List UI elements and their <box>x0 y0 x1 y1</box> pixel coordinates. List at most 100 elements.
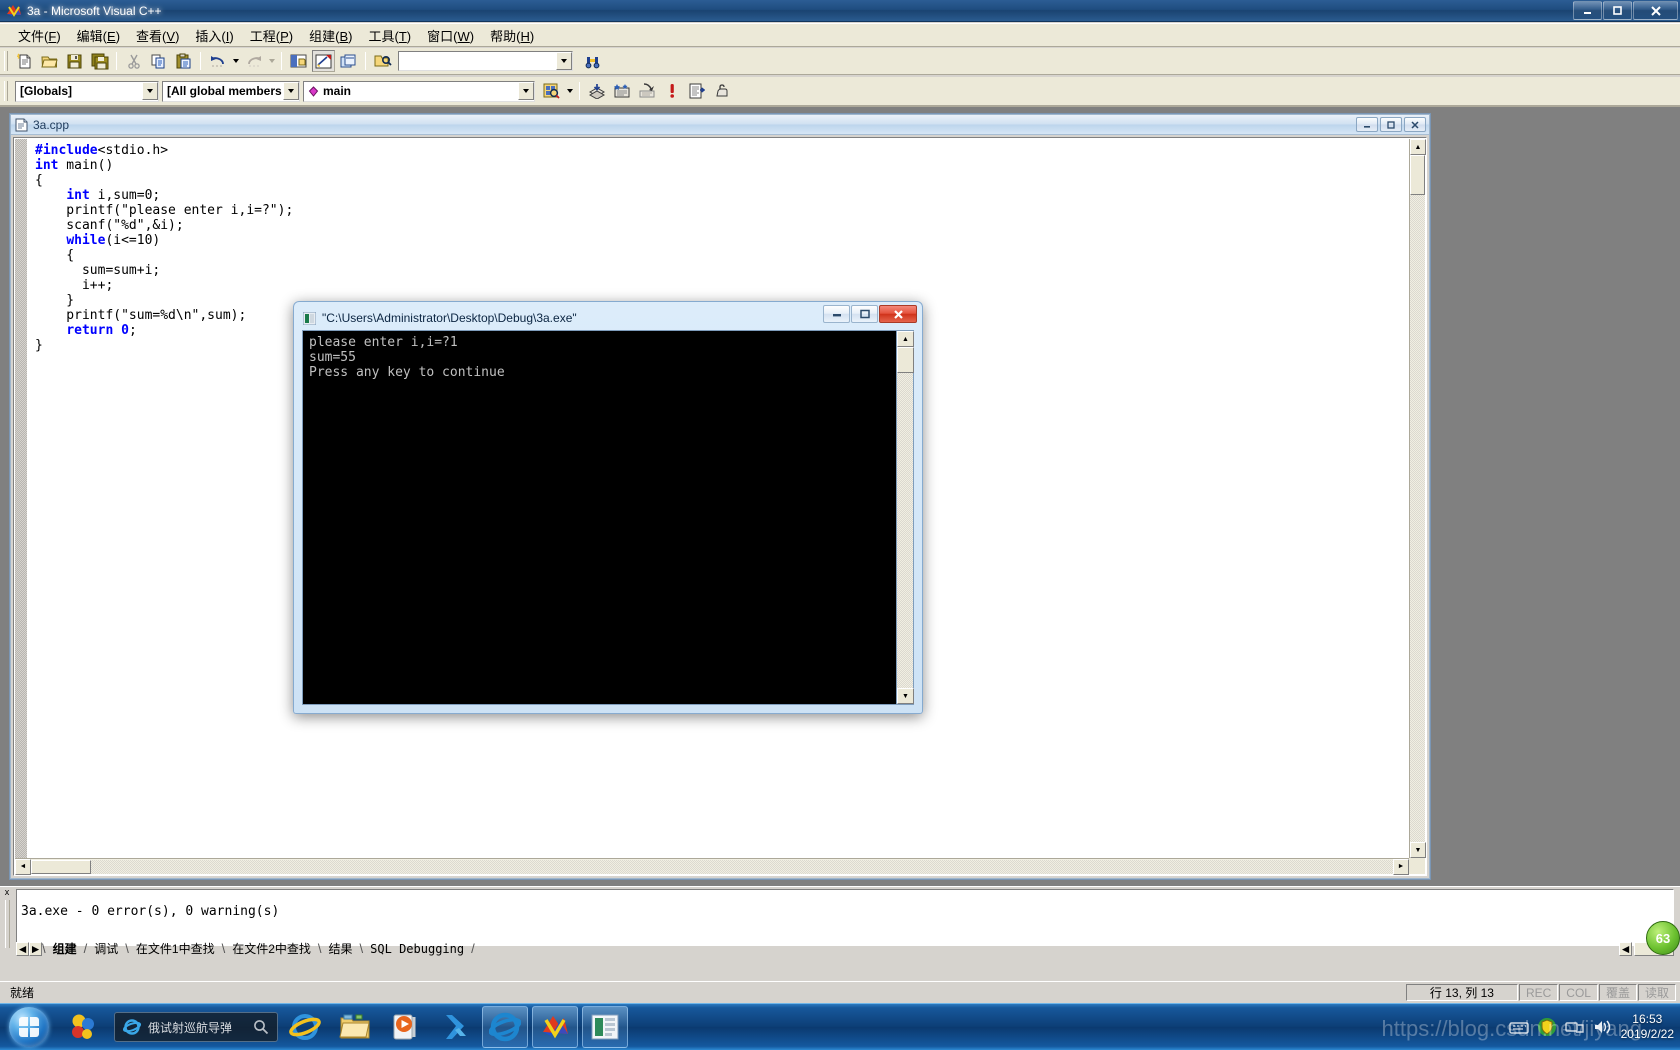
console-scroll-up-button[interactable]: ▲ <box>897 331 914 347</box>
tab-find-in-files-1[interactable]: 在文件1中查找 <box>129 940 222 957</box>
windows-start-orb[interactable] <box>2 1005 56 1049</box>
editor-vertical-scrollbar[interactable]: ▲ ▼ <box>1409 139 1426 858</box>
paste-icon[interactable] <box>172 50 195 72</box>
console-window-icon[interactable] <box>582 1006 629 1048</box>
output-close-icon[interactable]: x <box>5 888 10 897</box>
network-icon[interactable] <box>1564 1019 1585 1035</box>
copy-icon[interactable] <box>147 50 170 72</box>
save-all-icon[interactable] <box>88 50 111 72</box>
status-overwrite-indicator[interactable]: 覆盖 <box>1598 984 1637 1001</box>
toolbar-grip[interactable] <box>4 51 8 71</box>
editor-close-button[interactable] <box>1404 117 1426 132</box>
output-hscroll-left[interactable]: ◄ <box>1619 941 1632 956</box>
tab-find-in-files-2[interactable]: 在文件2中查找 <box>225 940 318 957</box>
volume-icon[interactable] <box>1593 1018 1613 1036</box>
editor-minimize-button[interactable] <box>1356 117 1378 132</box>
find-combo[interactable] <box>398 51 573 71</box>
minimize-button[interactable] <box>1573 1 1602 20</box>
scroll-left-button[interactable]: ◄ <box>15 858 31 875</box>
console-output-text[interactable]: please enter i,i=?1 sum=55 Press any key… <box>303 331 896 704</box>
sogou-pinyin-icon[interactable] <box>60 1007 106 1047</box>
menu-insert[interactable]: 插入(I) <box>187 23 241 48</box>
close-button[interactable] <box>1633 1 1678 20</box>
open-folder-icon[interactable] <box>38 50 61 72</box>
console-minimize-button[interactable] <box>823 305 850 323</box>
console-scroll-thumb[interactable] <box>897 347 914 373</box>
file-explorer-icon[interactable] <box>332 1007 378 1047</box>
scroll-thumb-h[interactable] <box>31 859 91 874</box>
window-list-icon[interactable] <box>337 50 360 72</box>
redo-icon[interactable] <box>242 50 265 72</box>
undo-icon[interactable] <box>206 50 229 72</box>
members-combo[interactable]: [All global members <box>162 80 300 102</box>
stop-build-icon[interactable] <box>635 80 658 102</box>
console-vertical-scrollbar[interactable]: ▲ ▼ <box>896 331 914 704</box>
tab-results[interactable]: 结果 <box>322 940 360 957</box>
search-icon[interactable] <box>253 1019 269 1035</box>
kingsoft-icon[interactable] <box>432 1007 478 1047</box>
chat-floating-ball[interactable]: 63 <box>1646 921 1680 955</box>
find-combo-arrow-icon[interactable] <box>556 52 572 70</box>
go-debug-icon[interactable] <box>685 80 708 102</box>
insert-breakpoint-icon[interactable] <box>710 80 733 102</box>
scope-combo[interactable]: [Globals] <box>15 80 159 102</box>
editor-horizontal-scrollbar[interactable]: ◄ ► <box>15 858 1409 875</box>
maximize-button[interactable] <box>1603 1 1632 20</box>
output-window-icon[interactable] <box>312 50 335 72</box>
menu-tools[interactable]: 工具(T) <box>360 23 419 48</box>
menu-window[interactable]: 窗口(W) <box>419 23 482 48</box>
tab-scroll-left-button[interactable]: ◄ <box>16 941 29 956</box>
tab-sql-debugging[interactable]: SQL Debugging <box>363 942 471 956</box>
undo-dropdown-icon[interactable] <box>230 51 241 71</box>
new-document-icon[interactable] <box>13 50 36 72</box>
build-output-text[interactable]: 3a.exe - 0 error(s), 0 warning(s) <box>16 889 1674 946</box>
taskbar-clock[interactable]: 16:53 2019/2/22 <box>1621 1012 1674 1042</box>
console-maximize-button[interactable] <box>851 305 878 323</box>
scroll-thumb[interactable] <box>1410 155 1425 195</box>
console-scroll-track[interactable] <box>897 373 913 688</box>
scroll-track-h[interactable] <box>91 859 1393 874</box>
console-scroll-down-button[interactable]: ▼ <box>897 688 914 704</box>
internet-explorer-icon[interactable] <box>282 1007 328 1047</box>
scroll-right-button[interactable]: ► <box>1393 858 1409 875</box>
wizardbar-dropdown-icon[interactable] <box>564 81 575 101</box>
visual-cpp-icon[interactable] <box>532 1006 579 1048</box>
status-readonly-indicator[interactable]: 读取 <box>1637 984 1676 1001</box>
find-in-files-icon[interactable] <box>371 50 394 72</box>
scroll-track[interactable] <box>1410 195 1425 842</box>
menu-build[interactable]: 组建(B) <box>301 23 360 48</box>
search-input[interactable]: 俄试射巡航导弹 <box>114 1012 279 1042</box>
execute-program-icon[interactable] <box>660 80 683 102</box>
cut-icon[interactable] <box>122 50 145 72</box>
scroll-up-button[interactable]: ▲ <box>1410 139 1426 155</box>
menu-edit[interactable]: 编辑(E) <box>69 23 128 48</box>
menu-help[interactable]: 帮助(H) <box>482 23 542 48</box>
toolbar-grip[interactable] <box>4 81 8 101</box>
workspace-icon[interactable] <box>287 50 310 72</box>
media-player-icon[interactable] <box>382 1007 428 1047</box>
find-binoculars-icon[interactable] <box>581 50 604 72</box>
tab-scroll-right-button[interactable]: ► <box>29 941 42 956</box>
status-col-indicator[interactable]: COL <box>1559 984 1598 1001</box>
scope-combo-arrow-icon[interactable] <box>142 82 158 100</box>
function-combo-arrow-icon[interactable] <box>518 82 534 100</box>
compile-icon[interactable] <box>585 80 608 102</box>
menu-file[interactable]: 文件(F) <box>10 23 69 48</box>
scroll-down-button[interactable]: ▼ <box>1410 842 1426 858</box>
build-icon[interactable] <box>610 80 633 102</box>
editor-restore-button[interactable] <box>1380 117 1402 132</box>
keyboard-icon[interactable] <box>1508 1020 1529 1034</box>
save-icon[interactable] <box>63 50 86 72</box>
menu-project[interactable]: 工程(P) <box>242 23 301 48</box>
safety-shield-icon[interactable] <box>1537 1017 1557 1037</box>
tab-debug[interactable]: 调试 <box>87 940 125 957</box>
wizardbar-actions-icon[interactable] <box>540 80 563 102</box>
menu-view[interactable]: 查看(V) <box>128 23 187 48</box>
redo-dropdown-icon[interactable] <box>266 51 277 71</box>
ie-browser-icon[interactable] <box>482 1006 529 1048</box>
tab-build[interactable]: 组建 <box>46 940 84 957</box>
selection-margin[interactable] <box>15 139 28 858</box>
status-rec-indicator[interactable]: REC <box>1518 984 1559 1001</box>
function-combo[interactable]: main <box>303 80 535 102</box>
members-combo-arrow-icon[interactable] <box>283 82 299 100</box>
